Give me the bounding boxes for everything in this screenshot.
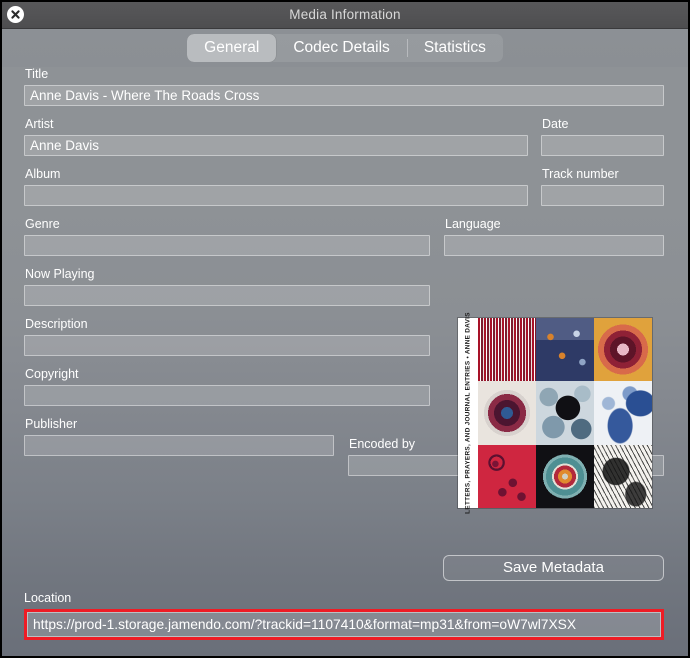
field-group-publisher: Publisher	[24, 417, 334, 476]
tab-bar: General Codec Details Statistics	[2, 29, 688, 67]
field-group-artist: Artist Anne Davis	[24, 117, 528, 156]
now-playing-label: Now Playing	[25, 267, 95, 281]
location-section: Location https://prod-1.storage.jamendo.…	[24, 591, 664, 640]
track-number-input[interactable]	[541, 185, 664, 206]
field-group-album: Album	[24, 167, 528, 206]
window-title: Media Information	[289, 7, 401, 22]
language-input[interactable]	[444, 235, 664, 256]
location-input[interactable]: https://prod-1.storage.jamendo.com/?trac…	[27, 612, 661, 637]
track-number-label: Track number	[542, 167, 619, 181]
art-tile-mandala	[536, 444, 594, 508]
tab-general[interactable]: General	[187, 34, 277, 62]
album-art-patchwork-grid	[478, 318, 652, 508]
date-label: Date	[542, 117, 569, 131]
field-row-artist-date: Artist Anne Davis Date	[24, 117, 666, 156]
art-tile-stripes	[478, 318, 536, 382]
album-label: Album	[25, 167, 61, 181]
art-tile-engraving	[594, 444, 652, 508]
album-input[interactable]	[24, 185, 528, 206]
publisher-input[interactable]	[24, 435, 334, 456]
media-information-window: Media Information General Codec Details …	[0, 0, 690, 658]
field-group-date: Date	[541, 117, 664, 156]
album-art-spine: LETTERS, PRAYERS, AND JOURNAL ENTRIES • …	[458, 312, 478, 514]
art-tile-navy-dots	[536, 318, 594, 382]
art-tile-blue-circles	[536, 381, 594, 445]
copyright-input[interactable]	[24, 385, 430, 406]
album-cover-art: LETTERS, PRAYERS, AND JOURNAL ENTRIES • …	[458, 312, 652, 514]
field-group-now-playing: Now Playing	[24, 267, 666, 306]
language-label: Language	[445, 217, 501, 231]
field-group-title: Title Anne Davis - Where The Roads Cross	[24, 67, 666, 106]
save-metadata-row: Save Metadata	[443, 555, 664, 581]
tab-statistics[interactable]: Statistics	[406, 34, 503, 62]
field-group-language: Language	[444, 217, 664, 256]
art-tile-orange-crochet	[594, 318, 652, 382]
title-bar: Media Information	[2, 2, 688, 29]
artist-label: Artist	[25, 117, 54, 131]
field-row-album-track: Album Track number	[24, 167, 666, 206]
date-input[interactable]	[541, 135, 664, 156]
location-label: Location	[24, 591, 72, 605]
field-group-track-number: Track number	[541, 167, 664, 206]
tab-codec-details[interactable]: Codec Details	[276, 34, 407, 62]
genre-input[interactable]	[24, 235, 430, 256]
location-highlight-box: https://prod-1.storage.jamendo.com/?trac…	[24, 609, 664, 640]
artist-input[interactable]: Anne Davis	[24, 135, 528, 156]
field-group-genre: Genre	[24, 217, 430, 256]
title-label: Title	[25, 67, 49, 81]
art-tile-fringed-square	[478, 381, 536, 445]
art-tile-blue-paisley	[594, 381, 652, 445]
now-playing-input[interactable]	[24, 285, 430, 306]
description-input[interactable]	[24, 335, 430, 356]
save-metadata-button[interactable]: Save Metadata	[443, 555, 664, 581]
publisher-label: Publisher	[25, 417, 78, 431]
title-input[interactable]: Anne Davis - Where The Roads Cross	[24, 85, 664, 106]
album-art-spine-text: LETTERS, PRAYERS, AND JOURNAL ENTRIES • …	[464, 312, 472, 514]
art-tile-red-motif	[478, 444, 536, 508]
field-row-genre-language: Genre Language	[24, 217, 666, 256]
genre-label: Genre	[25, 217, 60, 231]
